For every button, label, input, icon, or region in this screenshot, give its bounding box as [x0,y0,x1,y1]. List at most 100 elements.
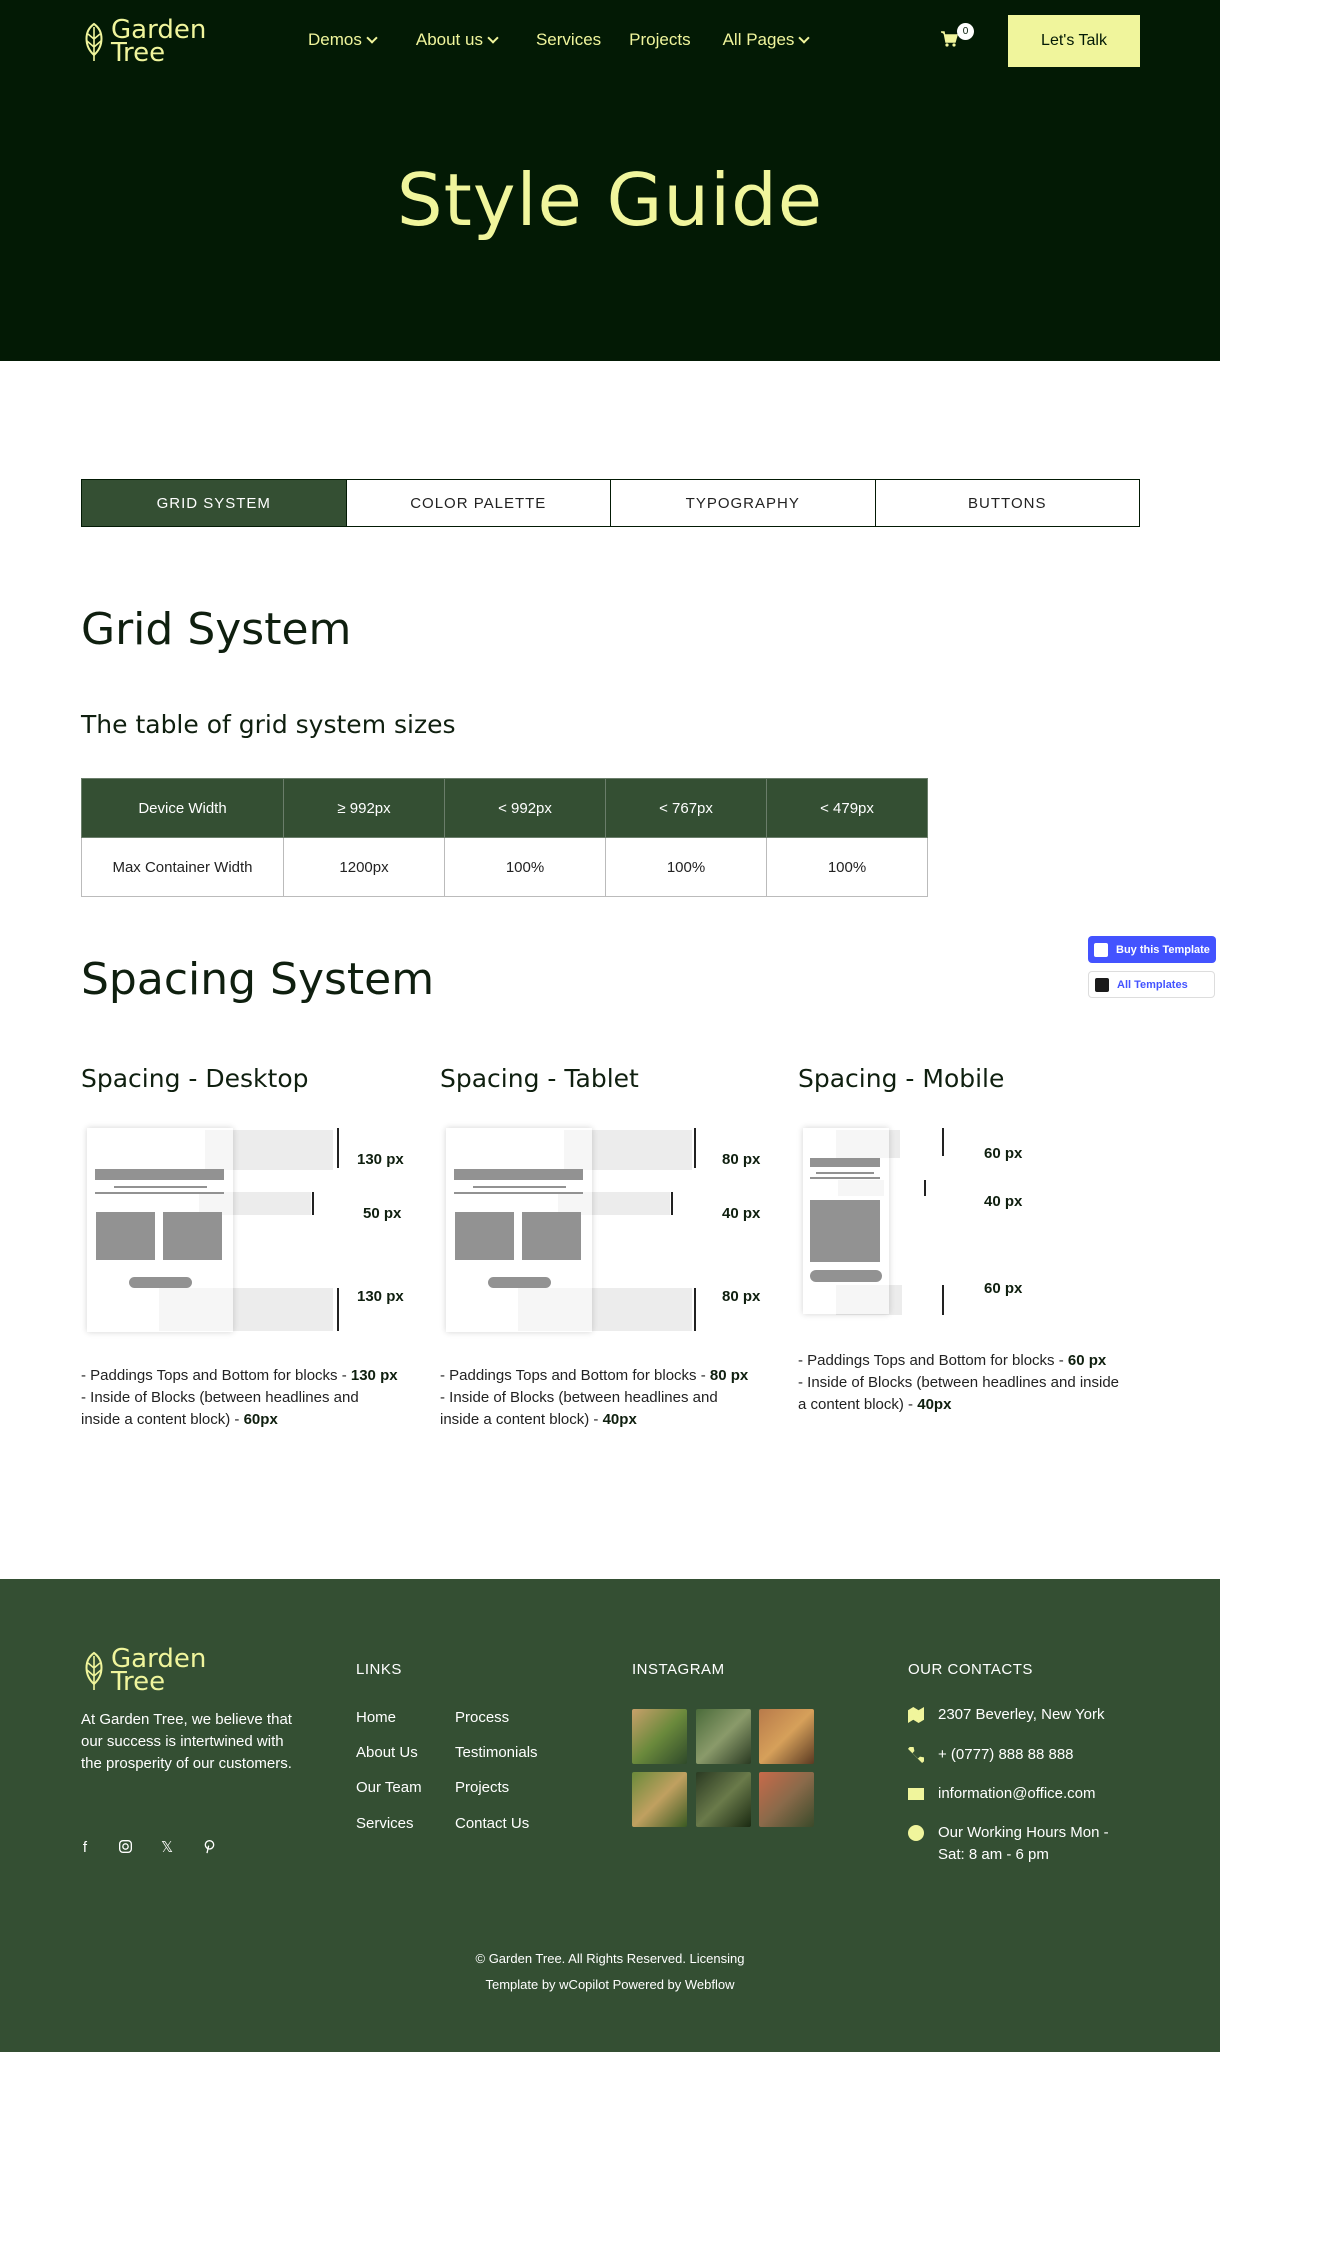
phone-icon [908,1747,924,1763]
text-line [816,1172,874,1174]
desc-text: - Inside of Blocks (between headlines an… [440,1389,718,1428]
links-title: LINKS [356,1661,402,1678]
x-twitter-icon[interactable]: 𝕏 [158,1839,176,1857]
contact-text: information@office.com [938,1785,1096,1802]
nav-services[interactable]: Services [536,30,601,50]
desc-text: - Paddings Tops and Bottom for blocks - [798,1352,1068,1369]
tab-color-palette[interactable]: COLOR PALETTE [347,480,611,526]
instagram-photo[interactable] [632,1772,687,1827]
contact-address: 2307 Beverley, New York [908,1704,1128,1726]
instagram-photo[interactable] [759,1772,814,1827]
instagram-icon[interactable] [116,1839,134,1857]
footer-link-team[interactable]: Our Team [356,1779,422,1796]
desc-value: 60px [243,1411,278,1428]
footer-link-about[interactable]: About Us [356,1744,418,1761]
marker-line [694,1128,696,1168]
desc-value: 40px [602,1411,637,1428]
logo[interactable]: Garden Tree [81,17,206,68]
spacing-label: 130 px [357,1288,404,1305]
all-templates-label: All Templates [1117,978,1188,991]
footer-link-process[interactable]: Process [455,1709,509,1726]
instagram-photo[interactable] [696,1709,751,1764]
footer: Garden Tree At Garden Tree, we believe t… [0,1579,1220,2052]
facebook-icon[interactable]: f [76,1839,94,1857]
spacing-system-heading: Spacing System [81,954,435,1005]
nav-all-pages-label: All Pages [722,30,795,49]
clock-icon [908,1825,924,1841]
instagram-photo[interactable] [632,1709,687,1764]
tab-grid-system[interactable]: GRID SYSTEM [82,480,347,526]
lets-talk-button[interactable]: Let's Talk [1008,15,1140,67]
contact-text: 2307 Beverley, New York [938,1706,1105,1723]
table-header-cell: < 767px [605,778,767,838]
button-block [488,1277,551,1288]
footer-link-testimonials[interactable]: Testimonials [455,1744,538,1761]
desc-value: 80 px [709,1367,749,1384]
tab-buttons[interactable]: BUTTONS [876,480,1140,526]
nav-about-label: About us [415,30,483,49]
image-block [455,1212,514,1260]
contact-text: + (0777) 888 88 888 [938,1746,1074,1763]
grid-table-subtitle: The table of grid system sizes [81,710,456,739]
all-templates-button[interactable]: All Templates [1088,971,1215,998]
instagram-title: INSTAGRAM [632,1661,725,1678]
instagram-photo[interactable] [696,1772,751,1827]
nav-projects[interactable]: Projects [629,30,690,50]
spacing-desktop-description: - Paddings Tops and Bottom for blocks - … [81,1365,401,1431]
spacing-label: 80 px [722,1288,761,1305]
button-block [810,1270,882,1282]
spacing-label: 40 px [722,1205,761,1222]
table-header-cell: < 992px [444,778,606,838]
spacing-desktop-diagram: 130 px 50 px 130 px [81,1125,411,1335]
desc-value: 60 px [1067,1352,1107,1369]
hero-section: Garden Tree Demos About us Services Proj… [0,0,1220,361]
table-cell: 1200px [283,837,445,897]
leaf-logo-icon [85,1651,103,1690]
nav-all-pages[interactable]: All Pages [722,30,811,50]
chevron-down-icon [798,32,811,44]
grid-sizes-table: Device Width ≥ 992px < 992px < 767px < 4… [81,778,928,897]
nav-demos[interactable]: Demos [308,30,378,50]
marker-line [694,1288,696,1331]
buy-template-button[interactable]: Buy this Template [1088,936,1216,963]
main-nav: Demos About us Services Projects All Pag… [308,30,811,50]
logo-line2: Tree [111,38,166,68]
cart-count-badge: 0 [957,23,974,40]
table-cell: 100% [605,837,767,897]
tab-typography[interactable]: TYPOGRAPHY [611,480,876,526]
desc-value: 40px [917,1396,952,1413]
marker-line [671,1192,673,1215]
contact-phone[interactable]: + (0777) 888 88 888 [908,1744,1128,1766]
spacing-tablet-title: Spacing - Tablet [440,1064,639,1093]
table-row: Max Container Width 1200px 100% 100% 100… [81,837,928,897]
desc-text: - Inside of Blocks (between headlines an… [81,1389,359,1428]
headline-bar [95,1169,224,1180]
nav-services-label: Services [535,30,602,49]
desc-text: - Paddings Tops and Bottom for blocks - [440,1367,710,1384]
nav-demos-label: Demos [308,30,362,49]
footer-link-contact[interactable]: Contact Us [455,1815,529,1832]
footer-link-home[interactable]: Home [356,1709,396,1726]
instagram-photo[interactable] [759,1709,814,1764]
pinterest-icon[interactable] [200,1839,218,1857]
marker-line [312,1192,314,1215]
webflow-icon [1094,942,1108,957]
contacts-title: OUR CONTACTS [908,1661,1033,1678]
nav-projects-label: Projects [629,30,691,49]
nav-about[interactable]: About us [415,30,499,50]
button-block [129,1277,192,1288]
desc-text: - Inside of Blocks (between headlines an… [798,1374,1120,1413]
text-line [810,1177,880,1179]
footer-link-projects[interactable]: Projects [455,1779,509,1796]
spacing-desktop-title: Spacing - Desktop [81,1064,309,1093]
contact-email[interactable]: information@office.com [908,1783,1128,1805]
leaf-logo-icon [85,22,103,61]
chevron-down-icon [366,32,378,44]
headline-bar [454,1169,583,1180]
desc-value: 130 px [350,1367,398,1384]
footer-link-services[interactable]: Services [356,1815,414,1832]
spacing-label: 60 px [984,1145,1023,1162]
desc-text: - Paddings Tops and Bottom for blocks - [81,1367,351,1384]
footer-logo[interactable]: Garden Tree [81,1646,206,1695]
cart-icon[interactable] [940,30,958,48]
